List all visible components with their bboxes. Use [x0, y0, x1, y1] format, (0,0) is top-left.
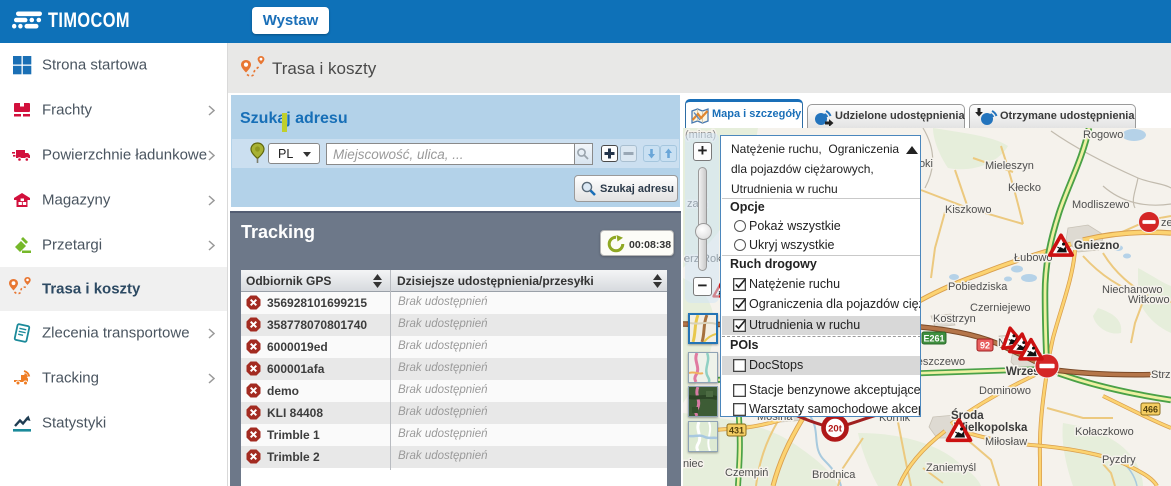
svg-text:Modliszewo: Modliszewo [1072, 199, 1129, 211]
svg-text:Łubowo: Łubowo [1014, 252, 1053, 264]
svg-text:Gniezno: Gniezno [1074, 240, 1119, 252]
svg-text:466: 466 [1143, 405, 1158, 415]
svg-text:Witkowo: Witkowo [1128, 294, 1170, 306]
svg-text:Kłecko: Kłecko [1008, 182, 1041, 194]
svg-text:92: 92 [980, 341, 990, 351]
svg-text:Rogowo: Rogowo [1083, 129, 1123, 141]
svg-text:Zaniemyśl: Zaniemyśl [926, 462, 976, 474]
svg-text:Środa: Środa [951, 409, 984, 422]
svg-text:Kiszkowo: Kiszkowo [945, 204, 991, 216]
svg-text:20t: 20t [828, 424, 843, 435]
svg-text:Mieleszyn: Mieleszyn [985, 160, 1034, 172]
svg-text:Czempiń: Czempiń [725, 467, 768, 479]
svg-text:431: 431 [729, 426, 744, 436]
svg-text:Miłosław: Miłosław [985, 436, 1027, 448]
svg-text:Czerniejewo: Czerniejewo [970, 302, 1031, 314]
svg-text:E261: E261 [923, 334, 944, 344]
svg-text:Pobiedziska: Pobiedziska [948, 281, 1008, 293]
svg-text:Dominowo: Dominowo [979, 385, 1031, 397]
svg-text:Kołaczkowo: Kołaczkowo [1075, 426, 1134, 438]
svg-text:Kostrzyn: Kostrzyn [933, 313, 976, 325]
svg-text:Strza: Strza [1151, 369, 1171, 381]
svg-text:ze: ze [1161, 217, 1171, 229]
svg-text:Pyzdry: Pyzdry [1102, 454, 1136, 466]
svg-text:Brodnica: Brodnica [812, 469, 856, 481]
svg-text:niec: niec [683, 458, 704, 470]
